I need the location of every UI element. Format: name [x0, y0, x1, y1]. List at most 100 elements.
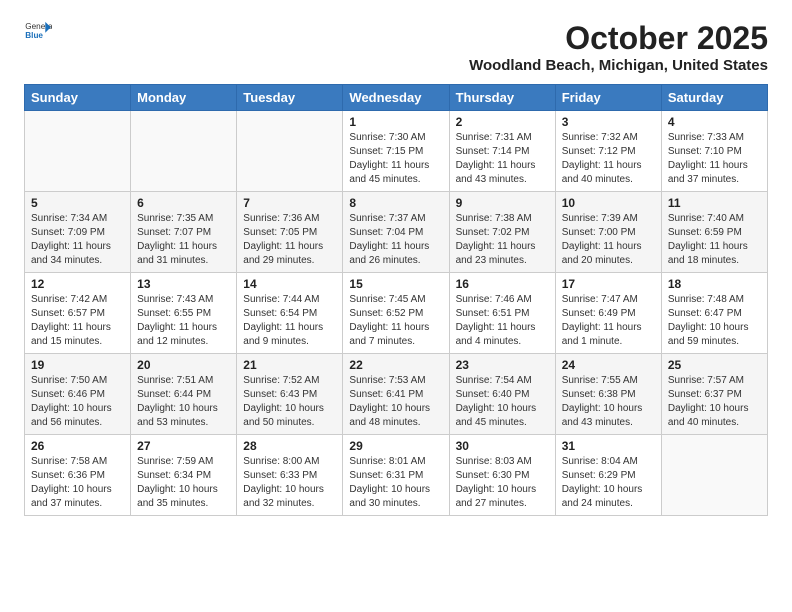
- logo: General Blue: [24, 20, 52, 40]
- weekday-header: Tuesday: [237, 85, 343, 111]
- month-year: October 2025: [469, 20, 768, 57]
- calendar-cell: [237, 111, 343, 192]
- calendar-cell: 13 Sunrise: 7:43 AM Sunset: 6:55 PM Dayli…: [131, 273, 237, 354]
- day-number: 26: [31, 439, 124, 453]
- day-number: 30: [456, 439, 549, 453]
- calendar-cell: 21 Sunrise: 7:52 AM Sunset: 6:43 PM Dayli…: [237, 354, 343, 435]
- calendar-cell: 5 Sunrise: 7:34 AM Sunset: 7:09 PM Daylig…: [25, 192, 131, 273]
- cell-content: Sunrise: 7:46 AM Sunset: 6:51 PM Dayligh…: [456, 293, 549, 349]
- calendar-cell: [131, 111, 237, 192]
- cell-content: Sunrise: 7:44 AM Sunset: 6:54 PM Dayligh…: [243, 293, 336, 349]
- calendar-cell: 19 Sunrise: 7:50 AM Sunset: 6:46 PM Dayli…: [25, 354, 131, 435]
- calendar-cell: 17 Sunrise: 7:47 AM Sunset: 6:49 PM Dayli…: [555, 273, 661, 354]
- calendar-cell: 24Sunrise: 7:55 AM Sunset: 6:38 PM Dayli…: [555, 354, 661, 435]
- day-number: 10: [562, 196, 655, 210]
- day-number: 16: [456, 277, 549, 291]
- cell-content: Sunrise: 7:43 AM Sunset: 6:55 PM Dayligh…: [137, 293, 230, 349]
- calendar-cell: 12 Sunrise: 7:42 AM Sunset: 6:57 PM Dayli…: [25, 273, 131, 354]
- calendar-cell: 31Sunrise: 8:04 AM Sunset: 6:29 PM Dayli…: [555, 435, 661, 516]
- calendar-week-row: 26Sunrise: 7:58 AM Sunset: 6:36 PM Dayli…: [25, 435, 768, 516]
- calendar-cell: 26Sunrise: 7:58 AM Sunset: 6:36 PM Dayli…: [25, 435, 131, 516]
- calendar-cell: 25 Sunrise: 7:57 AM Sunset: 6:37 PM Dayli…: [661, 354, 767, 435]
- cell-content: Sunrise: 7:33 AM Sunset: 7:10 PM Dayligh…: [668, 131, 761, 187]
- cell-content: Sunrise: 7:36 AM Sunset: 7:05 PM Dayligh…: [243, 212, 336, 268]
- day-number: 5: [31, 196, 124, 210]
- cell-content: Sunrise: 7:45 AM Sunset: 6:52 PM Dayligh…: [349, 293, 442, 349]
- day-number: 21: [243, 358, 336, 372]
- day-number: 23: [456, 358, 549, 372]
- calendar-week-row: 1 Sunrise: 7:30 AM Sunset: 7:15 PM Daylig…: [25, 111, 768, 192]
- cell-content: Sunrise: 7:40 AM Sunset: 6:59 PM Dayligh…: [668, 212, 761, 268]
- calendar-cell: 16 Sunrise: 7:46 AM Sunset: 6:51 PM Dayli…: [449, 273, 555, 354]
- cell-content: Sunrise: 7:59 AM Sunset: 6:34 PM Dayligh…: [137, 455, 230, 511]
- cell-content: Sunrise: 7:32 AM Sunset: 7:12 PM Dayligh…: [562, 131, 655, 187]
- calendar-week-row: 19 Sunrise: 7:50 AM Sunset: 6:46 PM Dayli…: [25, 354, 768, 435]
- calendar-cell: 23 Sunrise: 7:54 AM Sunset: 6:40 PM Dayli…: [449, 354, 555, 435]
- cell-content: Sunrise: 7:50 AM Sunset: 6:46 PM Dayligh…: [31, 374, 124, 430]
- cell-content: Sunrise: 7:53 AM Sunset: 6:41 PM Dayligh…: [349, 374, 442, 430]
- cell-content: Sunrise: 8:01 AM Sunset: 6:31 PM Dayligh…: [349, 455, 442, 511]
- day-number: 4: [668, 115, 761, 129]
- cell-content: Sunrise: 8:00 AM Sunset: 6:33 PM Dayligh…: [243, 455, 336, 511]
- calendar-cell: 14Sunrise: 7:44 AM Sunset: 6:54 PM Dayli…: [237, 273, 343, 354]
- calendar-cell: 10 Sunrise: 7:39 AM Sunset: 7:00 PM Dayli…: [555, 192, 661, 273]
- day-number: 25: [668, 358, 761, 372]
- page-header: General Blue October 2025 Woodland Beach…: [24, 20, 768, 74]
- calendar-cell: 28 Sunrise: 8:00 AM Sunset: 6:33 PM Dayli…: [237, 435, 343, 516]
- title-area: October 2025 Woodland Beach, Michigan, U…: [469, 20, 768, 74]
- cell-content: Sunrise: 7:38 AM Sunset: 7:02 PM Dayligh…: [456, 212, 549, 268]
- calendar-cell: 20Sunrise: 7:51 AM Sunset: 6:44 PM Dayli…: [131, 354, 237, 435]
- day-number: 12: [31, 277, 124, 291]
- weekday-header: Monday: [131, 85, 237, 111]
- day-number: 28: [243, 439, 336, 453]
- calendar-cell: 6 Sunrise: 7:35 AM Sunset: 7:07 PM Daylig…: [131, 192, 237, 273]
- cell-content: Sunrise: 7:30 AM Sunset: 7:15 PM Dayligh…: [349, 131, 442, 187]
- calendar-cell: 15 Sunrise: 7:45 AM Sunset: 6:52 PM Dayli…: [343, 273, 449, 354]
- calendar-cell: 3Sunrise: 7:32 AM Sunset: 7:12 PM Daylig…: [555, 111, 661, 192]
- weekday-header: Saturday: [661, 85, 767, 111]
- cell-content: Sunrise: 7:54 AM Sunset: 6:40 PM Dayligh…: [456, 374, 549, 430]
- calendar-cell: 11 Sunrise: 7:40 AM Sunset: 6:59 PM Dayli…: [661, 192, 767, 273]
- day-number: 19: [31, 358, 124, 372]
- day-number: 6: [137, 196, 230, 210]
- cell-content: Sunrise: 7:51 AM Sunset: 6:44 PM Dayligh…: [137, 374, 230, 430]
- cell-content: Sunrise: 7:31 AM Sunset: 7:14 PM Dayligh…: [456, 131, 549, 187]
- day-number: 27: [137, 439, 230, 453]
- day-number: 18: [668, 277, 761, 291]
- calendar-table: SundayMondayTuesdayWednesdayThursdayFrid…: [24, 84, 768, 516]
- calendar-cell: 1 Sunrise: 7:30 AM Sunset: 7:15 PM Daylig…: [343, 111, 449, 192]
- cell-content: Sunrise: 7:39 AM Sunset: 7:00 PM Dayligh…: [562, 212, 655, 268]
- calendar-week-row: 12 Sunrise: 7:42 AM Sunset: 6:57 PM Dayli…: [25, 273, 768, 354]
- day-number: 7: [243, 196, 336, 210]
- day-number: 15: [349, 277, 442, 291]
- day-number: 8: [349, 196, 442, 210]
- logo-icon: General Blue: [24, 20, 52, 40]
- day-number: 31: [562, 439, 655, 453]
- day-number: 17: [562, 277, 655, 291]
- day-number: 11: [668, 196, 761, 210]
- calendar-cell: 8 Sunrise: 7:37 AM Sunset: 7:04 PM Daylig…: [343, 192, 449, 273]
- cell-content: Sunrise: 8:03 AM Sunset: 6:30 PM Dayligh…: [456, 455, 549, 511]
- cell-content: Sunrise: 7:35 AM Sunset: 7:07 PM Dayligh…: [137, 212, 230, 268]
- calendar-cell: [25, 111, 131, 192]
- day-number: 22: [349, 358, 442, 372]
- calendar-cell: 4 Sunrise: 7:33 AM Sunset: 7:10 PM Daylig…: [661, 111, 767, 192]
- weekday-header: Friday: [555, 85, 661, 111]
- svg-text:Blue: Blue: [25, 31, 43, 40]
- calendar-header-row: SundayMondayTuesdayWednesdayThursdayFrid…: [25, 85, 768, 111]
- cell-content: Sunrise: 7:57 AM Sunset: 6:37 PM Dayligh…: [668, 374, 761, 430]
- cell-content: Sunrise: 7:37 AM Sunset: 7:04 PM Dayligh…: [349, 212, 442, 268]
- calendar-cell: 18Sunrise: 7:48 AM Sunset: 6:47 PM Dayli…: [661, 273, 767, 354]
- day-number: 2: [456, 115, 549, 129]
- calendar-cell: 27 Sunrise: 7:59 AM Sunset: 6:34 PM Dayli…: [131, 435, 237, 516]
- day-number: 29: [349, 439, 442, 453]
- weekday-header: Sunday: [25, 85, 131, 111]
- cell-content: Sunrise: 7:52 AM Sunset: 6:43 PM Dayligh…: [243, 374, 336, 430]
- day-number: 13: [137, 277, 230, 291]
- day-number: 1: [349, 115, 442, 129]
- cell-content: Sunrise: 7:42 AM Sunset: 6:57 PM Dayligh…: [31, 293, 124, 349]
- cell-content: Sunrise: 7:34 AM Sunset: 7:09 PM Dayligh…: [31, 212, 124, 268]
- calendar-week-row: 5 Sunrise: 7:34 AM Sunset: 7:09 PM Daylig…: [25, 192, 768, 273]
- calendar-cell: 22 Sunrise: 7:53 AM Sunset: 6:41 PM Dayli…: [343, 354, 449, 435]
- cell-content: Sunrise: 7:47 AM Sunset: 6:49 PM Dayligh…: [562, 293, 655, 349]
